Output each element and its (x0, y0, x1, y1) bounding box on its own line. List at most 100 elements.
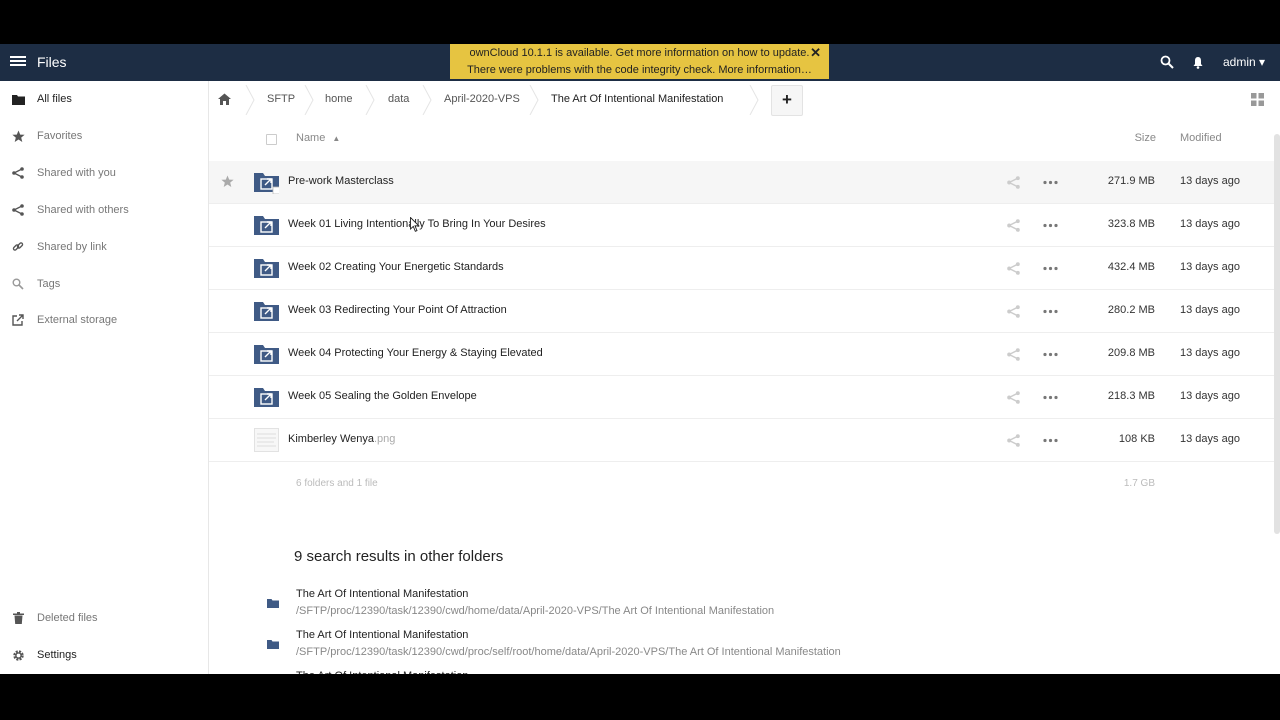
file-row[interactable]: Pre-work Masterclass 271.9 MB 13 days ag… (209, 161, 1276, 204)
sidebar-item-label: Settings (37, 649, 77, 661)
file-basename: Week 05 Sealing the Golden Envelope (288, 390, 477, 402)
notice-integrity-text[interactable]: There were problems with the code integr… (450, 62, 829, 79)
external-link-icon (11, 313, 25, 327)
file-row[interactable]: Kimberley Wenya.png 108 KB 13 days ago (209, 419, 1276, 462)
sidebar-item-label: Favorites (37, 130, 83, 142)
more-actions-icon[interactable] (1043, 348, 1058, 361)
file-name[interactable]: Week 04 Protecting Your Energy & Staying… (288, 347, 543, 359)
share-icon (11, 203, 25, 217)
file-basename: Kimberley Wenya (288, 433, 374, 445)
user-menu[interactable]: admin ▾ (1223, 55, 1265, 69)
share-icon[interactable] (1007, 434, 1020, 447)
crumb-sftp[interactable]: SFTP (267, 93, 295, 105)
shared-folder-icon (254, 259, 279, 278)
crumb-home[interactable]: home (325, 93, 353, 105)
more-actions-icon[interactable] (1043, 305, 1058, 318)
search-result-name[interactable]: The Art Of Intentional Manifestation (296, 588, 468, 600)
file-basename: Pre-work Masterclass (288, 175, 394, 187)
new-file-button[interactable]: + (771, 85, 803, 116)
file-size: 280.2 MB (1107, 304, 1155, 316)
search-result-item[interactable]: The Art Of Intentional Manifestation /SF… (264, 588, 1164, 626)
username-label: admin (1223, 55, 1256, 69)
breadcrumb-separator (422, 85, 432, 115)
select-all-checkbox[interactable] (266, 134, 277, 145)
update-notice[interactable]: ownCloud 10.1.1 is available. Get more i… (450, 44, 829, 79)
search-result-name[interactable]: The Art Of Intentional Manifestation (296, 629, 468, 641)
crumb-data[interactable]: data (388, 93, 409, 105)
search-icon (11, 277, 25, 291)
crumb-current-folder[interactable]: The Art Of Intentional Manifestation (551, 93, 723, 105)
more-actions-icon[interactable] (1043, 262, 1058, 275)
favorite-star-icon[interactable] (221, 175, 234, 188)
shared-folder-icon (254, 216, 279, 235)
file-name[interactable]: Week 05 Sealing the Golden Envelope (288, 390, 477, 402)
column-header-modified[interactable]: Modified (1180, 132, 1222, 144)
file-extension: .png (374, 433, 396, 445)
notice-update-text[interactable]: ownCloud 10.1.1 is available. Get more i… (450, 45, 829, 62)
file-row[interactable]: Week 05 Sealing the Golden Envelope 218.… (209, 376, 1276, 419)
search-result-name[interactable]: The Art Of Intentional Manifestation (296, 670, 468, 674)
search-result-item[interactable]: The Art Of Intentional Manifestation /SF… (264, 629, 1164, 667)
search-icon[interactable] (1160, 55, 1174, 69)
grid-view-icon[interactable] (1251, 93, 1264, 106)
hamburger-menu-icon[interactable] (10, 54, 26, 70)
close-icon[interactable]: ✕ (810, 44, 821, 61)
mouse-cursor-icon (410, 217, 420, 232)
sort-ascending-icon: ▲ (332, 134, 341, 143)
more-actions-icon[interactable] (1043, 434, 1058, 447)
file-modified: 13 days ago (1180, 390, 1240, 402)
file-row[interactable]: Week 02 Creating Your Energetic Standard… (209, 247, 1276, 290)
sidebar-item-label: Deleted files (37, 612, 98, 624)
bell-icon[interactable] (1192, 56, 1204, 69)
sidebar-item-label: Tags (37, 278, 61, 290)
file-name[interactable]: Kimberley Wenya.png (288, 433, 395, 445)
file-size: 323.8 MB (1107, 218, 1155, 230)
search-result-item[interactable]: The Art Of Intentional Manifestation (264, 670, 1164, 674)
home-icon[interactable] (218, 93, 231, 105)
sidebar-item-deleted-files[interactable]: Deleted files (0, 603, 208, 633)
folder-icon (11, 92, 25, 106)
column-header-name[interactable]: Name ▲ (296, 132, 340, 144)
sidebar-item-label: Shared with others (37, 204, 129, 216)
browser-viewport: Files ownCloud 10.1.1 is available. Get … (0, 44, 1280, 674)
file-size: 432.4 MB (1107, 261, 1155, 273)
share-icon[interactable] (1007, 262, 1020, 275)
sidebar-item-external-storage[interactable]: External storage (0, 305, 208, 335)
file-row[interactable]: Week 03 Redirecting Your Point Of Attrac… (209, 290, 1276, 333)
file-row[interactable]: Week 01 Living Intentionally To Bring In… (209, 204, 1276, 247)
sidebar-item-shared-with-you[interactable]: Shared with you (0, 158, 208, 188)
scrollbar[interactable] (1274, 134, 1280, 534)
share-icon[interactable] (1007, 176, 1020, 189)
more-actions-icon[interactable] (1043, 391, 1058, 404)
more-actions-icon[interactable] (1043, 176, 1058, 189)
share-icon[interactable] (1007, 219, 1020, 232)
sidebar-item-shared-by-link[interactable]: Shared by link (0, 232, 208, 262)
sidebar-item-all-files[interactable]: All files (0, 84, 208, 114)
search-result-path: /SFTP/proc/12390/task/12390/cwd/proc/sel… (296, 646, 841, 658)
file-modified: 13 days ago (1180, 261, 1240, 273)
file-size: 218.3 MB (1107, 390, 1155, 402)
file-row[interactable]: Week 04 Protecting Your Energy & Staying… (209, 333, 1276, 376)
search-result-path: /SFTP/proc/12390/task/12390/cwd/home/dat… (296, 605, 775, 617)
gear-icon (11, 648, 25, 662)
sidebar-item-tags[interactable]: Tags (0, 269, 208, 299)
chevron-down-icon: ▾ (1259, 55, 1266, 69)
breadcrumb-separator (749, 85, 759, 115)
file-name[interactable]: Pre-work Masterclass (288, 175, 394, 187)
sidebar-item-settings[interactable]: Settings (0, 640, 208, 670)
more-actions-icon[interactable] (1043, 219, 1058, 232)
sidebar-item-favorites[interactable]: Favorites (0, 121, 208, 151)
sidebar-item-label: All files (37, 93, 72, 105)
crumb-april-2020-vps[interactable]: April-2020-VPS (444, 93, 520, 105)
app-title[interactable]: Files (37, 54, 67, 70)
share-icon[interactable] (1007, 391, 1020, 404)
file-name[interactable]: Week 03 Redirecting Your Point Of Attrac… (288, 304, 507, 316)
share-icon[interactable] (1007, 348, 1020, 361)
share-icon[interactable] (1007, 305, 1020, 318)
sidebar-item-shared-with-others[interactable]: Shared with others (0, 195, 208, 225)
trash-icon (11, 611, 25, 625)
file-modified: 13 days ago (1180, 304, 1240, 316)
star-icon (11, 129, 25, 143)
file-name[interactable]: Week 02 Creating Your Energetic Standard… (288, 261, 504, 273)
column-header-size[interactable]: Size (1134, 132, 1156, 144)
